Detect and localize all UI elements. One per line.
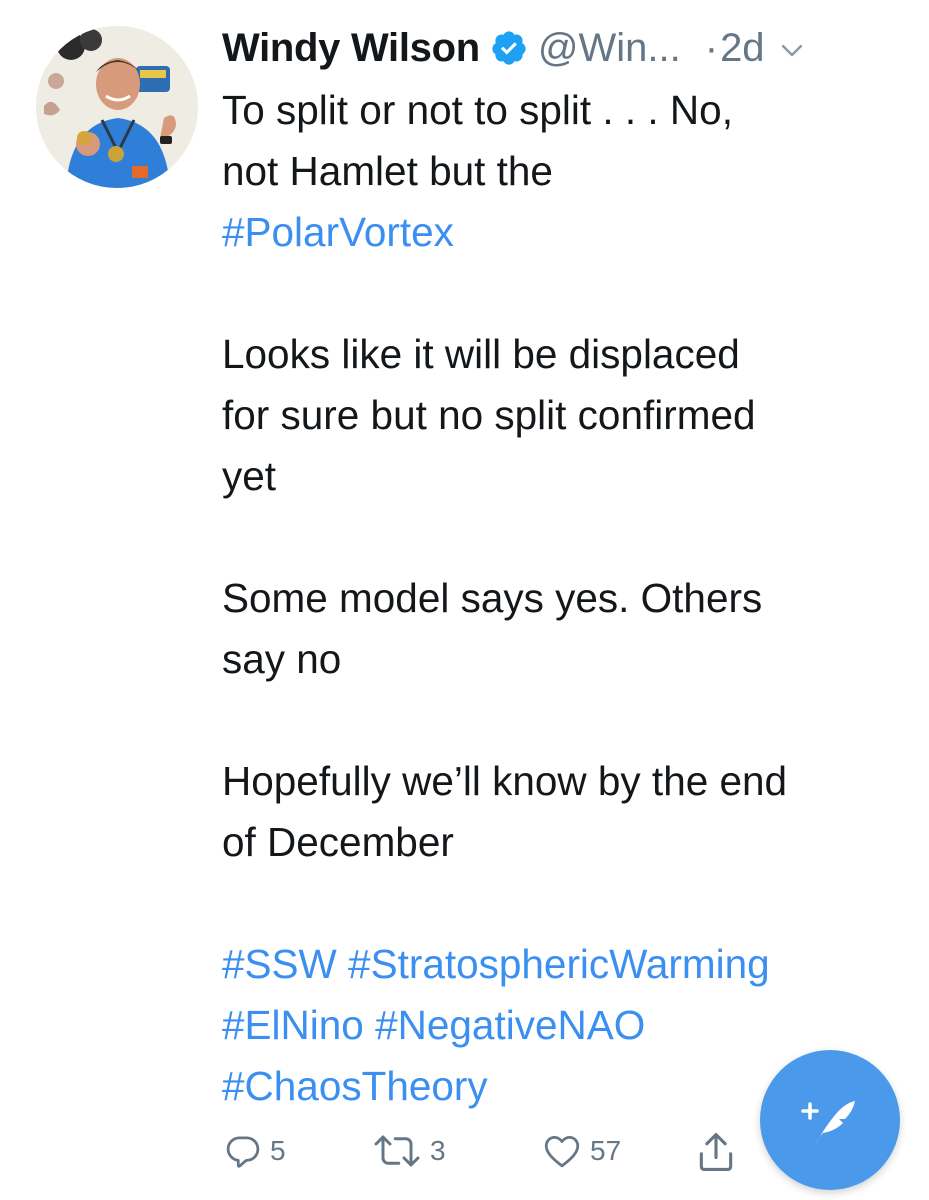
tweet-text-segment: Hopefully we’ll know by the end bbox=[222, 758, 788, 804]
tweet-text-segment: not Hamlet but the bbox=[222, 148, 553, 194]
tweet-paragraph: Looks like it will be displaced for sure … bbox=[222, 324, 902, 507]
retweet-icon bbox=[374, 1135, 420, 1167]
reply-button[interactable]: 5 bbox=[222, 1130, 286, 1172]
tweet-line: Looks like it will be displaced bbox=[222, 324, 902, 385]
share-icon bbox=[699, 1133, 733, 1171]
hashtag-link[interactable]: #ChaosTheory bbox=[222, 1063, 488, 1109]
tweet-text-segment: for sure but no split confirmed bbox=[222, 392, 756, 438]
tweet-line: Some model says yes. Others bbox=[222, 568, 902, 629]
tweet-text-segment bbox=[364, 1002, 375, 1048]
verified-badge-icon bbox=[490, 29, 528, 67]
compose-feather-icon bbox=[801, 1101, 855, 1145]
tweet[interactable]: Windy Wilson @Win... · 2d To split or no… bbox=[0, 0, 929, 1200]
tweet-paragraph: Some model says yes. Others say no bbox=[222, 568, 902, 690]
tweet-text-segment: yet bbox=[222, 453, 277, 499]
tweet-timestamp[interactable]: 2d bbox=[720, 26, 765, 71]
tweet-line: yet bbox=[222, 446, 902, 507]
hashtag-link[interactable]: #NegativeNAO bbox=[375, 1002, 645, 1048]
tweet-line: of December bbox=[222, 812, 902, 873]
hashtag-link[interactable]: #SSW bbox=[222, 941, 337, 987]
timestamp-separator: · bbox=[704, 25, 719, 70]
tweet-text: To split or not to split . . . No, not Ha… bbox=[222, 80, 902, 1117]
tweet-text-segment: of December bbox=[222, 819, 454, 865]
tweet-paragraph: Hopefully we’ll know by the end of Decemb… bbox=[222, 751, 902, 873]
tweet-text-segment: Some model says yes. Others bbox=[222, 575, 763, 621]
compose-tweet-button[interactable] bbox=[760, 1050, 900, 1190]
like-button[interactable]: 57 bbox=[540, 1130, 621, 1172]
tweet-line: say no bbox=[222, 629, 902, 690]
tweet-text-segment bbox=[337, 941, 348, 987]
hashtag-link[interactable]: #StratosphericWarming bbox=[348, 941, 770, 987]
avatar[interactable] bbox=[36, 26, 198, 188]
tweet-header: Windy Wilson @Win... · 2d bbox=[222, 20, 889, 76]
tweet-line: not Hamlet but the bbox=[222, 141, 902, 202]
tweet-actions: 5 3 57 bbox=[222, 1130, 782, 1180]
author-name[interactable]: Windy Wilson bbox=[222, 26, 480, 71]
tweet-line: Hopefully we’ll know by the end bbox=[222, 751, 902, 812]
retweet-count: 3 bbox=[430, 1135, 446, 1166]
reply-icon bbox=[226, 1136, 260, 1168]
chevron-down-icon[interactable] bbox=[779, 37, 805, 63]
tweet-text-segment: say no bbox=[222, 636, 342, 682]
tweet-text-segment: Looks like it will be displaced bbox=[222, 331, 740, 377]
tweet-text-segment: To split or not to split . . . No, bbox=[222, 87, 733, 133]
tweet-line: #PolarVortex bbox=[222, 202, 902, 263]
tweet-line: #SSW #StratosphericWarming bbox=[222, 934, 902, 995]
retweet-button[interactable]: 3 bbox=[370, 1130, 446, 1172]
hashtag-link[interactable]: #ElNino bbox=[222, 1002, 364, 1048]
hashtag-link[interactable]: #PolarVortex bbox=[222, 209, 454, 255]
tweet-paragraph: To split or not to split . . . No, not Ha… bbox=[222, 80, 902, 263]
like-count: 57 bbox=[590, 1135, 622, 1166]
tweet-line: #ElNino #NegativeNAO bbox=[222, 995, 902, 1056]
tweet-line: To split or not to split . . . No, bbox=[222, 80, 902, 141]
share-button[interactable] bbox=[694, 1130, 738, 1174]
heart-icon bbox=[544, 1135, 580, 1168]
author-handle[interactable]: @Win... bbox=[538, 26, 681, 71]
tweet-line: for sure but no split confirmed bbox=[222, 385, 902, 446]
reply-count: 5 bbox=[270, 1135, 286, 1166]
